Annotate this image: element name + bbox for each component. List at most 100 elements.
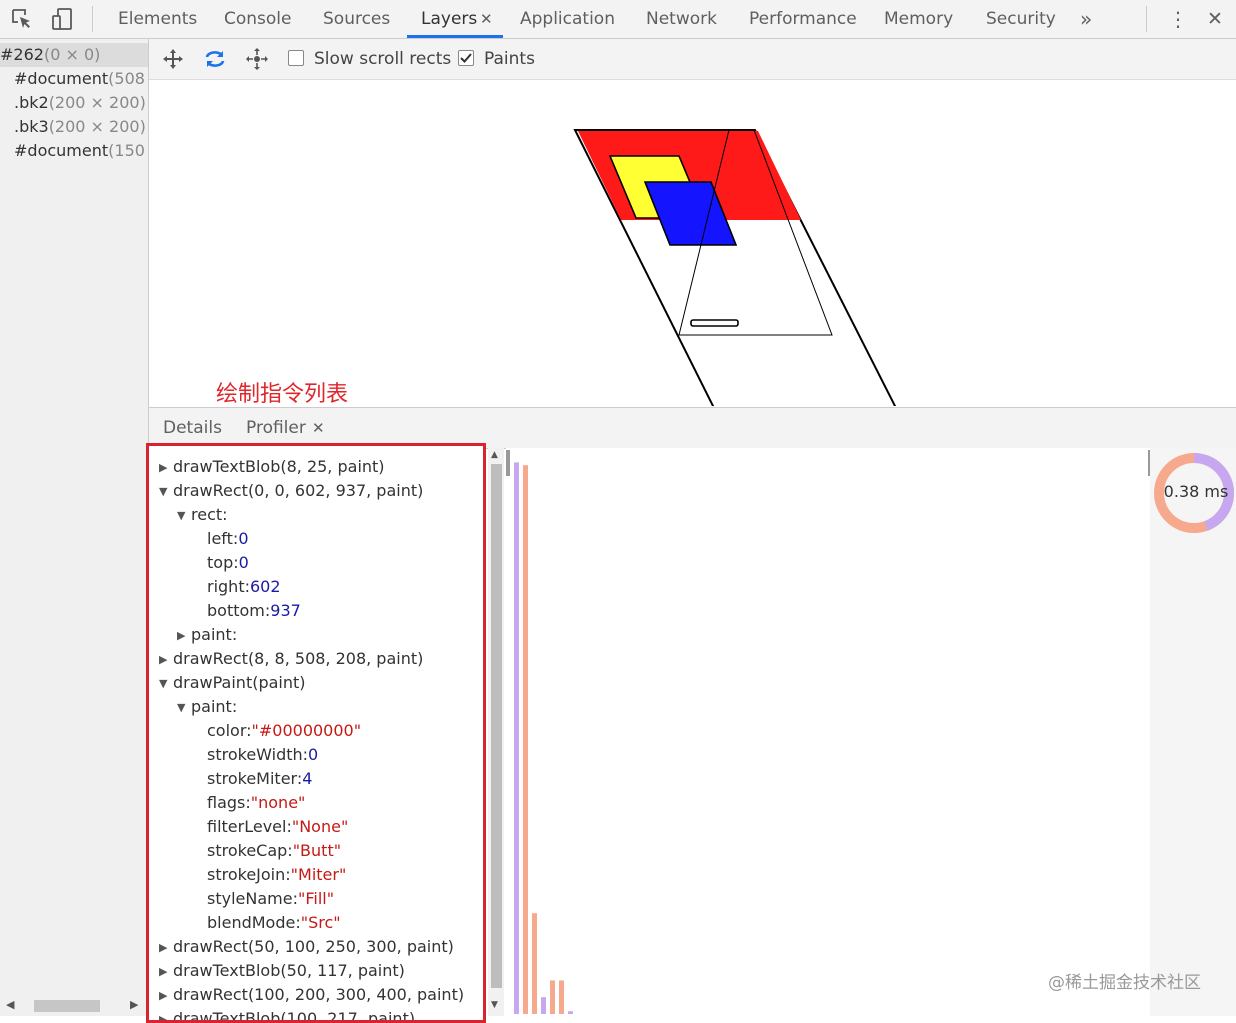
property-value: "#00000000" xyxy=(251,721,362,740)
timing-donut-chart xyxy=(1154,453,1235,533)
collapsed-arrow-icon[interactable]: ▶ xyxy=(159,648,173,672)
tab-network[interactable]: Network xyxy=(646,0,717,38)
close-tab-icon[interactable]: ✕ xyxy=(480,0,493,38)
profiler-bar[interactable] xyxy=(568,1011,573,1014)
property-row[interactable]: blendMode:"Src" xyxy=(207,911,341,935)
collapsed-arrow-icon[interactable]: ▶ xyxy=(159,456,173,480)
paints-label[interactable]: Paints xyxy=(484,39,535,79)
tree-item-document[interactable]: #document(508 xyxy=(14,67,145,91)
tab-layers[interactable]: Layers xyxy=(421,0,477,38)
property-row[interactable]: top:0 xyxy=(207,551,249,575)
slow-scroll-rects-checkbox[interactable] xyxy=(288,50,304,66)
collapsed-arrow-icon[interactable]: ▶ xyxy=(159,960,173,984)
property-value: 0 xyxy=(308,745,319,764)
property-row[interactable]: strokeWidth:0 xyxy=(207,743,318,767)
command-row[interactable]: ▶ drawRect(50, 100, 250, 300, paint) xyxy=(159,935,454,959)
tab-security[interactable]: Security xyxy=(986,0,1056,38)
tree-item-bk3[interactable]: .bk3(200 × 200) xyxy=(14,115,146,139)
command-text: drawTextBlob(50, 117, paint) xyxy=(173,961,405,980)
scroll-left-arrow-icon[interactable]: ◀ xyxy=(6,998,14,1011)
layers-3d-canvas[interactable] xyxy=(149,80,1236,406)
reset-transform-icon[interactable] xyxy=(245,47,269,71)
command-row[interactable]: ▼ drawRect(0, 0, 602, 937, paint) xyxy=(159,479,423,503)
property-key: flags: xyxy=(207,793,251,812)
command-row[interactable]: ▶ drawTextBlob(100, 217, paint) xyxy=(159,1007,415,1020)
profiler-bar[interactable] xyxy=(514,462,519,1014)
rotate-mode-icon[interactable] xyxy=(203,47,227,71)
tab-profiler[interactable]: Profiler xyxy=(246,408,306,448)
property-row[interactable]: strokeCap:"Butt" xyxy=(207,839,341,863)
close-tab-icon[interactable]: ✕ xyxy=(312,408,325,448)
command-row[interactable]: ▶ drawRect(8, 8, 508, 208, paint) xyxy=(159,647,423,671)
paint-profiler-timeline[interactable] xyxy=(506,448,1152,1016)
command-text: drawTextBlob(8, 25, paint) xyxy=(173,457,385,476)
layer-size: (0 × 0) xyxy=(43,45,101,64)
profiler-bar[interactable] xyxy=(541,997,546,1014)
slow-scroll-rects-label[interactable]: Slow scroll rects xyxy=(314,39,451,79)
tree-item-root-layer[interactable]: #262(0 × 0) xyxy=(0,43,148,67)
horizontal-scrollbar[interactable]: ◀ ▶ xyxy=(0,996,148,1016)
command-log-scrollbar[interactable]: ▲ ▼ xyxy=(488,448,504,1016)
group-row[interactable]: ▶ paint: xyxy=(177,623,237,647)
command-row[interactable]: ▼ drawPaint(paint) xyxy=(159,671,306,695)
scroll-right-arrow-icon[interactable]: ▶ xyxy=(130,998,138,1011)
tab-console[interactable]: Console xyxy=(224,0,292,38)
tree-item-document[interactable]: #document(150 xyxy=(14,139,145,163)
expanded-arrow-icon[interactable]: ▼ xyxy=(177,696,191,720)
profiler-bar[interactable] xyxy=(523,465,528,1014)
tree-item-bk2[interactable]: .bk2(200 × 200) xyxy=(14,91,146,115)
tab-performance[interactable]: Performance xyxy=(749,0,857,38)
profiler-bar[interactable] xyxy=(559,980,564,1014)
property-key: strokeJoin: xyxy=(207,865,291,884)
property-row[interactable]: color:"#00000000" xyxy=(207,719,361,743)
tab-sources[interactable]: Sources xyxy=(323,0,390,38)
layer-name: .bk2 xyxy=(14,93,49,112)
tab-memory[interactable]: Memory xyxy=(884,0,953,38)
paints-checkbox[interactable] xyxy=(458,50,474,66)
menu-icon[interactable]: ⋮ xyxy=(1168,0,1188,38)
scroll-up-arrow-icon[interactable]: ▲ xyxy=(491,450,498,460)
property-row[interactable]: strokeMiter:4 xyxy=(207,767,312,791)
property-value: "None" xyxy=(291,817,349,836)
property-key: left: xyxy=(207,529,239,548)
property-row[interactable]: strokeJoin:"Miter" xyxy=(207,863,346,887)
collapsed-arrow-icon[interactable]: ▶ xyxy=(159,936,173,960)
close-devtools-icon[interactable]: ✕ xyxy=(1207,0,1223,38)
command-text: drawPaint(paint) xyxy=(173,673,306,692)
command-row[interactable]: ▶ drawRect(100, 200, 300, 400, paint) xyxy=(159,983,464,1007)
group-row[interactable]: ▼ rect: xyxy=(177,503,228,527)
inspect-element-icon[interactable] xyxy=(10,7,34,31)
property-row[interactable]: flags:"none" xyxy=(207,791,305,815)
scrollbar-thumb[interactable] xyxy=(34,1000,100,1012)
collapsed-arrow-icon[interactable]: ▶ xyxy=(177,624,191,648)
profiler-bar[interactable] xyxy=(532,913,537,1014)
expanded-arrow-icon[interactable]: ▼ xyxy=(177,504,191,528)
property-value: 0 xyxy=(238,553,249,572)
pan-mode-icon[interactable] xyxy=(161,47,185,71)
property-value: "none" xyxy=(250,793,306,812)
active-tab-indicator xyxy=(407,35,503,38)
device-toolbar-icon[interactable] xyxy=(50,7,74,31)
command-row[interactable]: ▶ drawTextBlob(50, 117, paint) xyxy=(159,959,405,983)
collapsed-arrow-icon[interactable]: ▶ xyxy=(159,984,173,1008)
group-row[interactable]: ▼ paint: xyxy=(177,695,237,719)
expanded-arrow-icon[interactable]: ▼ xyxy=(159,672,173,696)
command-row[interactable]: ▶ drawTextBlob(8, 25, paint) xyxy=(159,455,385,479)
expanded-arrow-icon[interactable]: ▼ xyxy=(159,480,173,504)
layers-tree: #262(0 × 0) #document(508 .bk2(200 × 200… xyxy=(0,39,149,1016)
profiler-bar[interactable] xyxy=(550,980,555,1014)
more-tabs-icon[interactable]: » xyxy=(1080,0,1092,38)
tab-details[interactable]: Details xyxy=(163,408,222,448)
property-row[interactable]: filterLevel:"None" xyxy=(207,815,348,839)
command-text: paint: xyxy=(191,697,238,716)
property-row[interactable]: styleName:"Fill" xyxy=(207,887,334,911)
property-row[interactable]: bottom:937 xyxy=(207,599,301,623)
tab-elements[interactable]: Elements xyxy=(118,0,197,38)
scrollbar-thumb[interactable] xyxy=(491,464,502,988)
property-row[interactable]: left:0 xyxy=(207,527,249,551)
layers-toolbar: Slow scroll rects Paints xyxy=(149,39,1236,80)
property-row[interactable]: right:602 xyxy=(207,575,281,599)
tab-application[interactable]: Application xyxy=(520,0,615,38)
scroll-down-arrow-icon[interactable]: ▼ xyxy=(491,1000,498,1010)
command-text: drawRect(8, 8, 508, 208, paint) xyxy=(173,649,424,668)
